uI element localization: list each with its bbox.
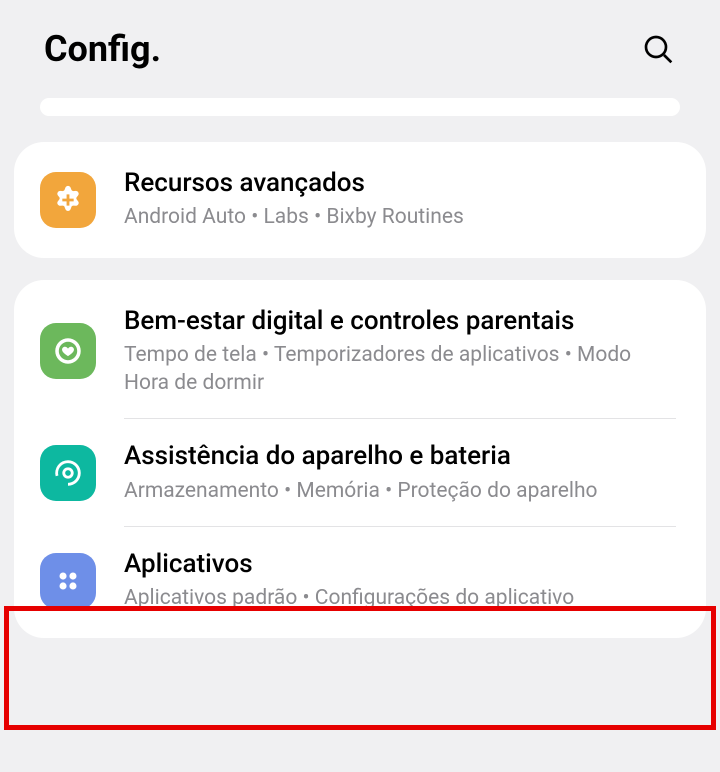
settings-item-apps[interactable]: Aplicativos Aplicativos padrão • Configu… [14,527,706,635]
search-button[interactable] [640,31,676,67]
item-title: Bem-estar digital e controles parentais [124,306,680,337]
item-subtitle: Armazenamento • Memória • Proteção do ap… [124,477,680,505]
item-title: Recursos avançados [124,168,680,199]
plus-icon [40,172,96,228]
item-title: Aplicativos [124,549,680,580]
settings-group: Recursos avançados Android Auto • Labs •… [14,142,706,258]
settings-group: Bem-estar digital e controles parentais … [14,280,706,639]
search-icon [642,33,674,65]
settings-item-device-care[interactable]: Assistência do aparelho e bateria Armaze… [14,419,706,527]
page-title: Config. [44,28,161,70]
item-title: Assistência do aparelho e bateria [124,441,680,472]
item-text: Aplicativos Aplicativos padrão • Configu… [124,549,680,613]
item-text: Bem-estar digital e controles parentais … [124,306,680,398]
heart-circle-icon [40,323,96,379]
settings-item-digital-wellbeing[interactable]: Bem-estar digital e controles parentais … [14,284,706,420]
header: Config. [0,0,720,98]
item-text: Recursos avançados Android Auto • Labs •… [124,168,680,232]
item-subtitle: Android Auto • Labs • Bixby Routines [124,203,680,231]
item-subtitle: Tempo de tela • Temporizadores de aplica… [124,341,680,398]
refresh-circle-icon [40,445,96,501]
search-field-placeholder[interactable] [40,98,680,116]
settings-item-advanced-features[interactable]: Recursos avançados Android Auto • Labs •… [14,146,706,254]
item-subtitle: Aplicativos padrão • Configurações do ap… [124,584,680,612]
item-text: Assistência do aparelho e bateria Armaze… [124,441,680,505]
apps-grid-icon [40,553,96,609]
